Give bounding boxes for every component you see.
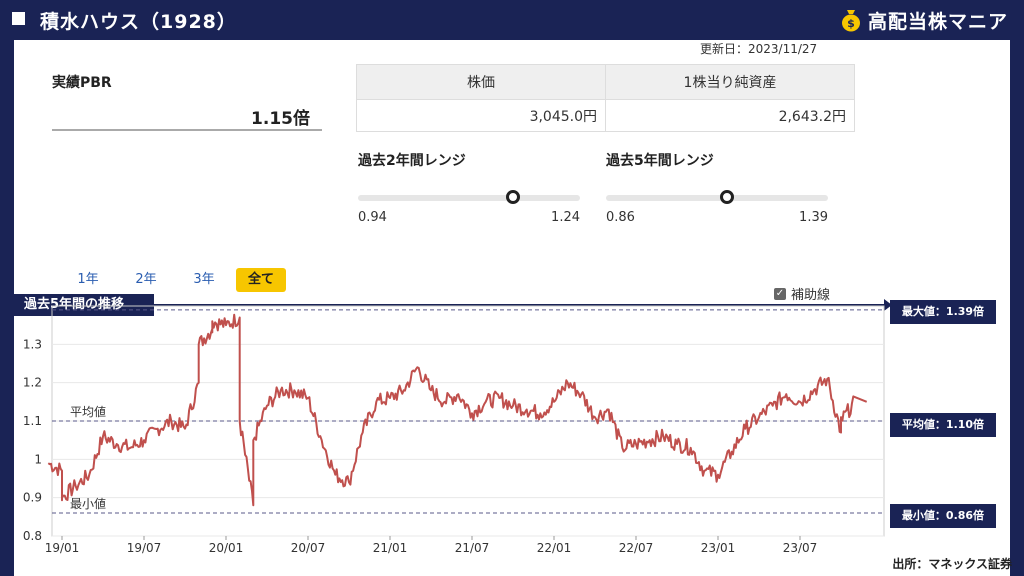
range-5y-track <box>606 195 828 201</box>
tab-1y[interactable]: 1年 <box>70 268 106 292</box>
source-credit: 出所：マネックス証券 <box>892 557 1012 571</box>
page: 積水ハウス（1928） $ 高配当株マニア 更新日：2023/11/27 実績P… <box>0 0 1024 576</box>
avg-value-label: 平均値：1.10倍 <box>890 413 996 437</box>
page-title: 積水ハウス（1928） <box>40 11 237 33</box>
table-header-row: 株価 1株当り純資産 <box>356 64 855 100</box>
tab-3y[interactable]: 3年 <box>186 268 222 292</box>
checkbox-checked-icon[interactable]: ✓ <box>774 287 786 300</box>
updated-date: 更新日：2023/11/27 <box>700 42 818 56</box>
pbr-label: 実績PBR <box>52 75 112 91</box>
max-value-label: 最大値：1.39倍 <box>890 300 996 324</box>
chart-header-arrow-line <box>150 304 886 306</box>
tab-2y[interactable]: 2年 <box>128 268 164 292</box>
range-2y: 過去2年間レンジ 0.94 1.24 <box>358 150 580 225</box>
range-2y-max: 1.24 <box>551 210 580 225</box>
header-bps: 1株当り純資産 <box>605 64 855 100</box>
title-square-icon <box>12 12 25 25</box>
svg-text:$: $ <box>847 17 855 30</box>
value-stock-price: 3,045.0円 <box>356 99 606 132</box>
aux-line-label: 補助線 <box>791 288 831 303</box>
range-2y-min: 0.94 <box>358 210 387 225</box>
range-2y-title: 過去2年間レンジ <box>358 153 466 169</box>
money-bag-icon: $ <box>841 10 860 32</box>
tab-all[interactable]: 全て <box>236 268 286 292</box>
value-bps: 2,643.2円 <box>605 99 855 132</box>
table-row: 3,045.0円 2,643.2円 <box>356 99 855 132</box>
header-stock-price: 株価 <box>356 64 606 100</box>
min-value-label: 最小値：0.86倍 <box>890 504 996 528</box>
range-2y-track <box>358 195 580 201</box>
range-5y-title: 過去5年間レンジ <box>606 153 714 169</box>
brand-logo: $ 高配当株マニア <box>840 6 1008 34</box>
pbr-value: 1.15倍 <box>251 109 310 129</box>
chart-badge: 過去5年間の推移 <box>14 294 154 316</box>
range-5y-min: 0.86 <box>606 210 635 225</box>
range-5y: 過去5年間レンジ 0.86 1.39 <box>606 150 828 225</box>
aux-line-toggle[interactable]: ✓ 補助線 <box>774 284 830 303</box>
header-bar: 積水ハウス（1928） $ 高配当株マニア <box>0 0 1024 40</box>
price-table: 株価 1株当り純資産 3,045.0円 2,643.2円 <box>356 64 855 132</box>
pbr-underline <box>52 129 322 131</box>
brand-logo-text: 高配当株マニア <box>867 10 1008 33</box>
range-5y-max: 1.39 <box>799 210 828 225</box>
